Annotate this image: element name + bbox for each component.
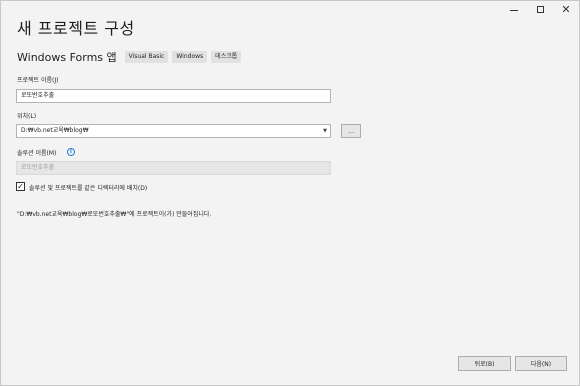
minimize-button[interactable] [501, 1, 527, 17]
project-name-label: 프로젝트 이름(J) [17, 77, 59, 84]
solution-name-input: 로또번호추출 [16, 161, 331, 175]
page-title: 새 프로젝트 구성 [17, 19, 135, 38]
close-icon: ✕ [561, 2, 571, 16]
back-button[interactable]: 뒤로(B) [458, 356, 511, 371]
minimize-icon [510, 9, 518, 11]
configure-project-dialog: ✕ 새 프로젝트 구성 Windows Forms 앱 Visual Basic… [0, 0, 580, 386]
info-icon[interactable]: i [67, 148, 75, 156]
project-name-input[interactable]: 로또번호추출 [16, 89, 331, 103]
next-button[interactable]: 다음(N) [515, 356, 567, 371]
location-label: 위치(L) [17, 113, 37, 120]
close-button[interactable]: ✕ [553, 1, 579, 17]
caption-controls: ✕ [501, 1, 579, 17]
same-directory-label[interactable]: 솔루션 및 프로젝트를 같은 디렉터리에 배치(D) [29, 183, 147, 192]
browse-button[interactable]: ... [341, 124, 361, 138]
template-tag-language: Visual Basic [124, 51, 169, 63]
template-tag-platform: Windows [172, 51, 208, 63]
template-name: Windows Forms 앱 [17, 51, 117, 64]
solution-name-label: 솔루션 이름(M) [17, 150, 57, 157]
template-summary: Windows Forms 앱 Visual Basic Windows 데스크… [17, 49, 245, 65]
template-tag-type: 데스크톱 [211, 51, 242, 63]
chevron-down-icon[interactable]: ▼ [323, 125, 327, 137]
maximize-icon [536, 5, 544, 13]
project-path-note: "D:₩vb.net교육₩blog₩로또번호추출₩"에 프로젝트이(가) 만들어… [17, 211, 212, 218]
location-value: D:₩vb.net교육₩blog₩ [21, 127, 89, 134]
maximize-button[interactable] [527, 1, 553, 17]
location-combobox[interactable]: D:₩vb.net교육₩blog₩ ▼ [16, 124, 331, 138]
same-directory-checkbox[interactable]: ✓ [16, 182, 25, 191]
